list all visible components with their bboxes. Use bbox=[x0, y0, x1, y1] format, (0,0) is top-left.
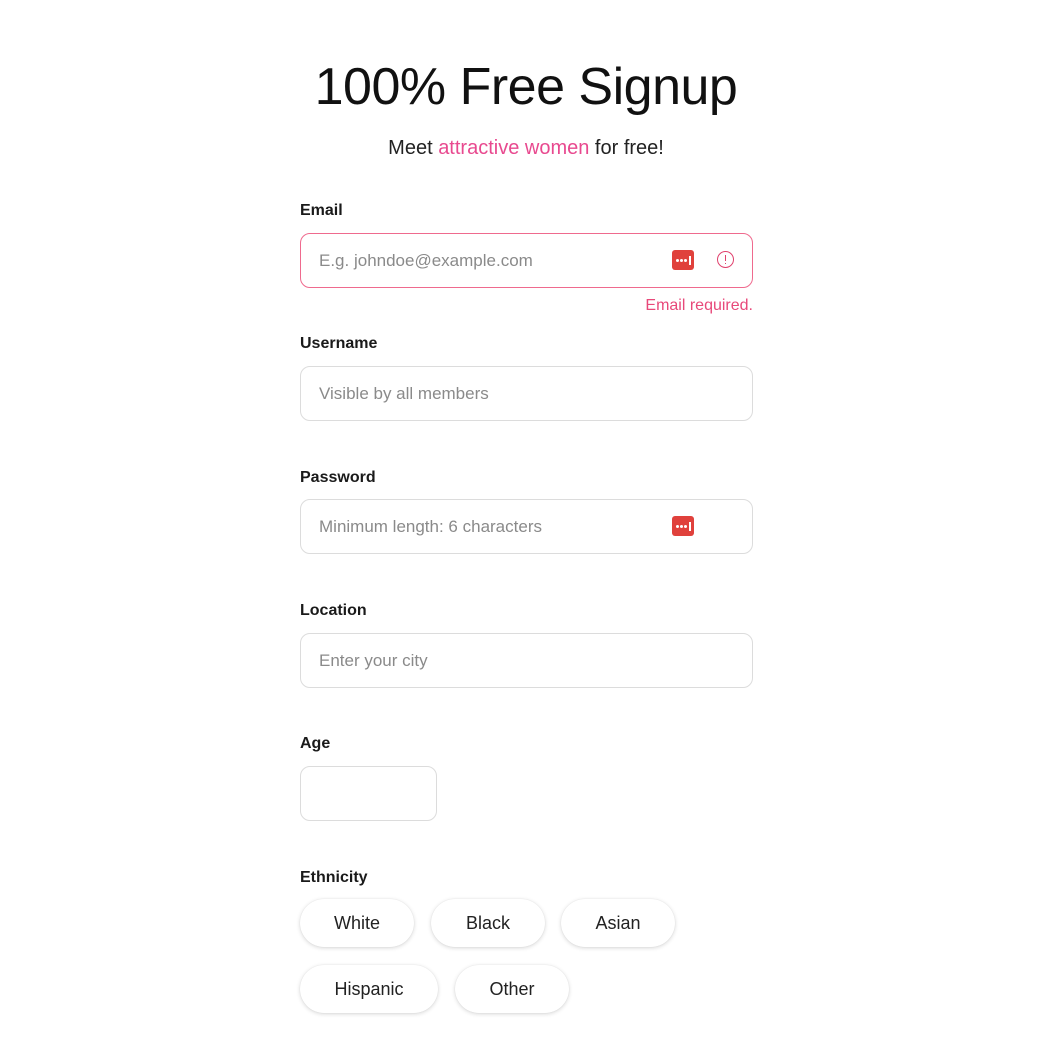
ethnicity-option-white[interactable]: White bbox=[300, 899, 414, 947]
username-label: Username bbox=[300, 335, 378, 352]
page-title: 100% Free Signup bbox=[314, 58, 738, 116]
age-label: Age bbox=[300, 735, 331, 752]
ethnicity-label: Ethnicity bbox=[300, 869, 368, 886]
location-field-container bbox=[300, 633, 753, 688]
ethnicity-option-hispanic[interactable]: Hispanic bbox=[300, 965, 438, 1013]
username-field-container bbox=[300, 366, 753, 421]
email-field-container bbox=[300, 233, 753, 288]
password-field-container bbox=[300, 499, 753, 554]
signup-page: 100% Free Signup Meet attractive women f… bbox=[0, 0, 1052, 1052]
location-label: Location bbox=[300, 602, 367, 619]
subtitle-suffix: for free! bbox=[589, 137, 664, 159]
error-circle-icon bbox=[717, 251, 734, 268]
email-error-message: Email required. bbox=[645, 297, 753, 314]
username-input[interactable] bbox=[301, 367, 752, 420]
password-manager-icon[interactable] bbox=[672, 250, 694, 270]
location-input[interactable] bbox=[301, 634, 752, 687]
ethnicity-option-black[interactable]: Black bbox=[431, 899, 545, 947]
subtitle-accent: attractive women bbox=[438, 137, 590, 159]
age-field-container bbox=[300, 766, 437, 821]
password-manager-icon[interactable] bbox=[672, 516, 694, 536]
email-label: Email bbox=[300, 202, 343, 219]
ethnicity-option-other[interactable]: Other bbox=[455, 965, 569, 1013]
password-label: Password bbox=[300, 469, 376, 486]
subtitle-prefix: Meet bbox=[388, 137, 439, 159]
age-input[interactable] bbox=[301, 767, 436, 820]
ethnicity-option-asian[interactable]: Asian bbox=[561, 899, 675, 947]
page-subtitle: Meet attractive women for free! bbox=[0, 134, 1052, 162]
